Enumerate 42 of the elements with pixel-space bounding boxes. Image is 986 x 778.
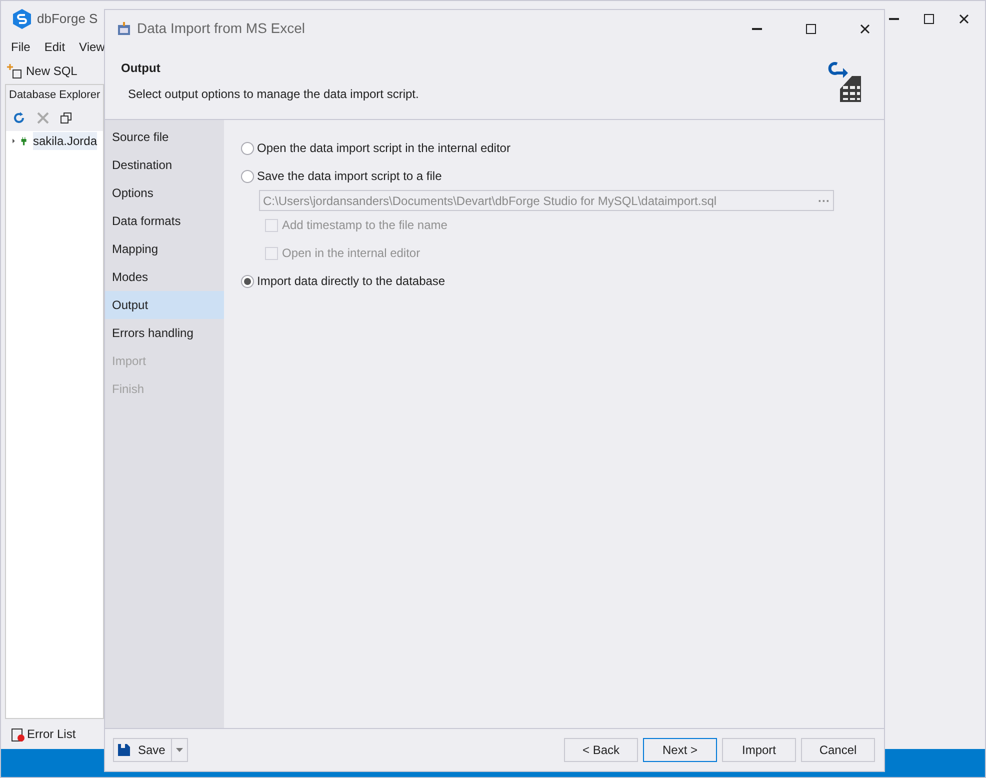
- radio-option[interactable]: Save the data import script to a file: [241, 162, 884, 190]
- new-sql-button[interactable]: New SQL: [7, 62, 78, 80]
- step-item[interactable]: Output: [105, 291, 224, 319]
- calendar-icon: [117, 22, 131, 36]
- step-item[interactable]: Destination: [105, 151, 224, 179]
- close-icon[interactable]: [860, 24, 870, 34]
- app-logo-icon: [11, 8, 33, 30]
- menu-item[interactable]: File: [11, 38, 30, 56]
- expand-arrow-icon[interactable]: [12, 137, 16, 145]
- connection-label[interactable]: sakila.Jorda: [32, 132, 97, 150]
- dialog-button[interactable]: Cancel: [801, 738, 875, 762]
- step-item[interactable]: Options: [105, 179, 224, 207]
- error-list-tab[interactable]: Error List: [11, 725, 76, 743]
- step-item[interactable]: Source file: [105, 123, 224, 151]
- dialog-button[interactable]: < Back: [564, 738, 638, 762]
- step-item[interactable]: Errors handling: [105, 319, 224, 347]
- new-document-icon: [7, 63, 23, 79]
- caret-icon: [176, 748, 183, 752]
- refresh-icon[interactable]: [12, 111, 26, 125]
- app-title: dbForge S: [37, 10, 98, 28]
- menu-item[interactable]: Edit: [44, 38, 66, 56]
- step-item[interactable]: Modes: [105, 263, 224, 291]
- radio-button[interactable]: [241, 142, 254, 154]
- radio-button[interactable]: [241, 274, 254, 288]
- clipboard-error-icon: [11, 726, 25, 742]
- dialog-button[interactable]: Next >: [643, 738, 717, 762]
- menu-item[interactable]: View: [79, 38, 105, 56]
- close-icon[interactable]: [959, 14, 969, 24]
- step-heading: Output: [121, 60, 162, 77]
- dialog-title: Data Import from MS Excel: [137, 19, 306, 38]
- step-description: Select output options to manage the data import script.: [127, 86, 419, 103]
- plug-icon: [21, 134, 27, 148]
- radio-option[interactable]: Import data directly to the database: [241, 267, 884, 295]
- maximize-icon[interactable]: [806, 24, 816, 34]
- step-item[interactable]: Data formats: [105, 207, 224, 235]
- windows-icon[interactable]: [60, 112, 72, 124]
- dialog-button[interactable]: Import: [722, 738, 796, 762]
- radio-button[interactable]: [241, 170, 254, 182]
- maximize-icon[interactable]: [924, 14, 934, 24]
- radio-option[interactable]: Open the data import script in the internal editor: [241, 134, 884, 162]
- step-item[interactable]: Mapping: [105, 235, 224, 263]
- panel-title: Database Explorer: [9, 88, 100, 103]
